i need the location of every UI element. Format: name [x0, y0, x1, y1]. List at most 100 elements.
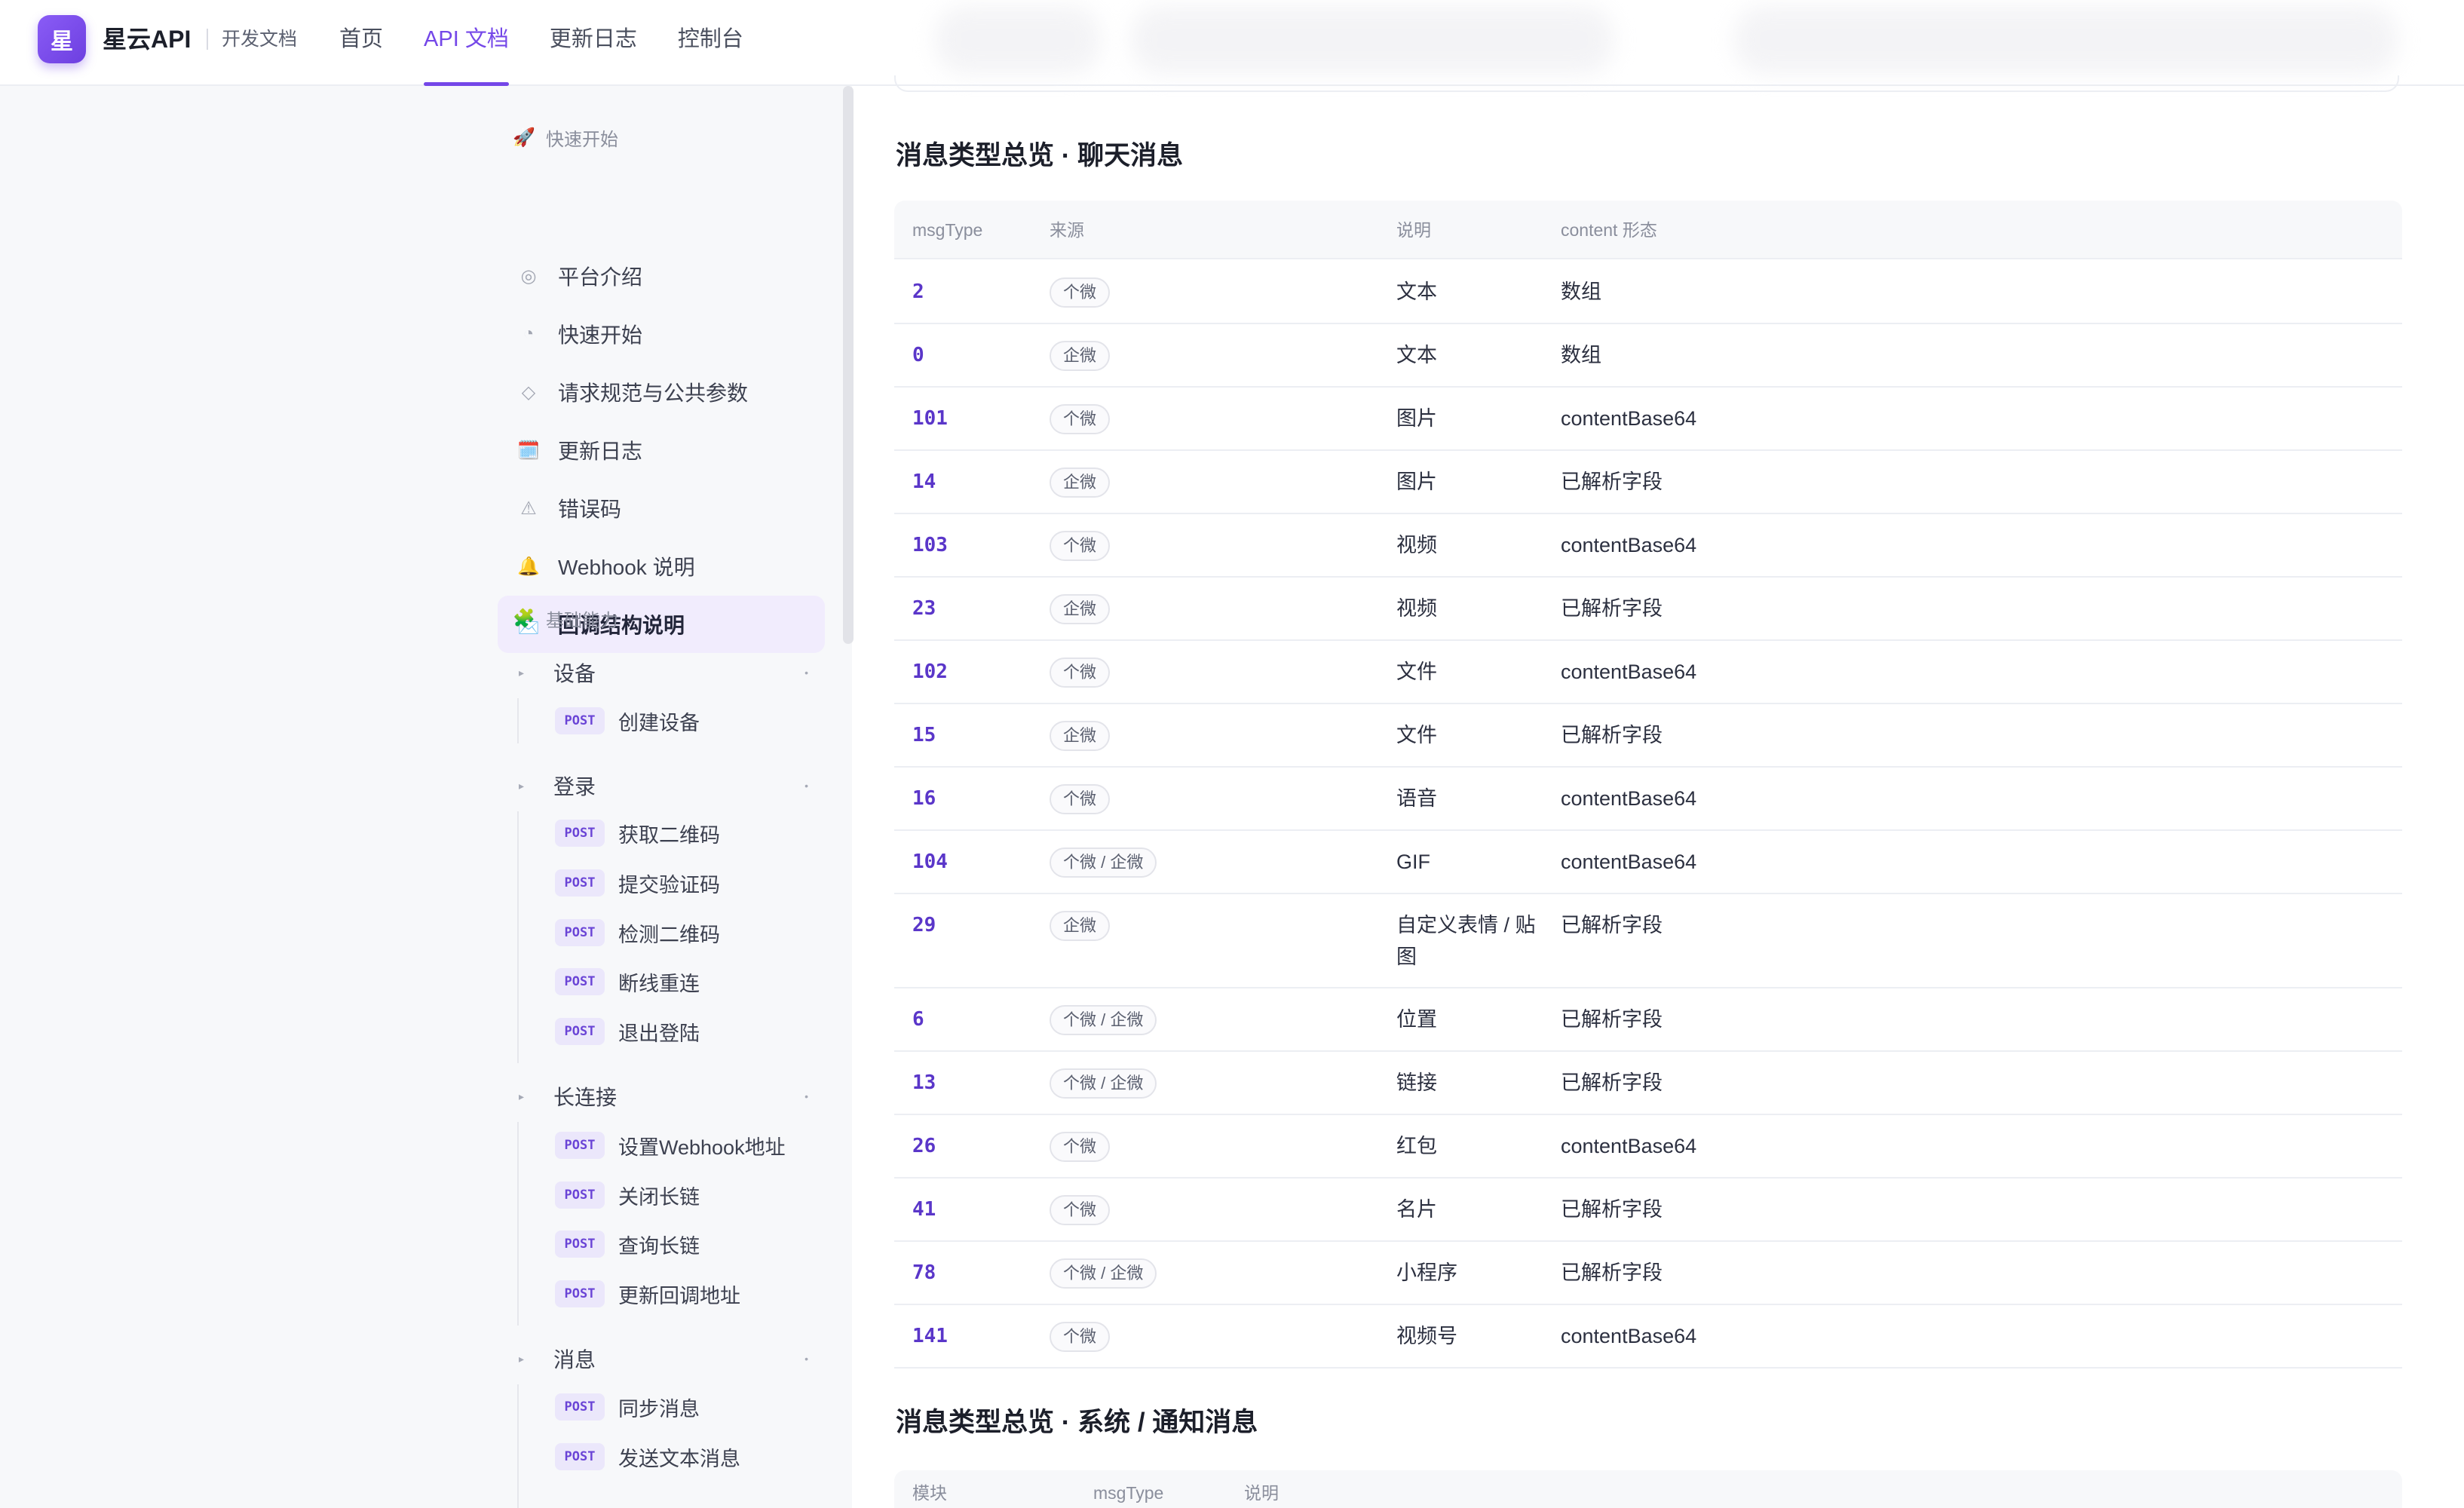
sidebar: 🚀 快速开始 ◎ 平台介绍 ◔ 快速开始 ◇ 请求规范与公共参数 🗓️ 更新日志…	[498, 86, 844, 1508]
column-header: content 形态	[1561, 220, 1657, 240]
msgtype-code: 29	[912, 914, 936, 936]
source-badge: 个微 / 企微	[1050, 1258, 1157, 1289]
content-form-cell: contentBase64	[1561, 851, 1697, 873]
sidebar-item-changelog[interactable]: 🗓️ 更新日志	[498, 421, 825, 479]
description-cell: 图片	[1396, 470, 1437, 493]
nav-api-docs[interactable]: API 文档	[424, 0, 509, 86]
endpoint-label: 设置Webhook地址	[618, 1136, 786, 1159]
sidebar-item-quickstart[interactable]: ◔ 快速开始	[498, 305, 825, 363]
diamond-icon: ◇	[521, 382, 536, 403]
source-badge: 个微 / 企微	[1050, 1068, 1157, 1099]
table-row: 29 企微 自定义表情 / 贴图 已解析字段	[894, 894, 2402, 988]
description-cell: 图片	[1396, 407, 1437, 430]
endpoint-create-device[interactable]: POST 创建设备	[555, 703, 700, 739]
description-cell: 链接	[1396, 1071, 1437, 1094]
msgtype-code: 15	[912, 724, 936, 746]
content-form-cell: contentBase64	[1561, 407, 1697, 430]
msgtype-code: 102	[912, 661, 948, 683]
rocket-icon: 🚀	[513, 127, 535, 148]
nav-changelog[interactable]: 更新日志	[550, 0, 637, 86]
msgtype-code: 2	[912, 280, 924, 303]
endpoint-get-qrcode[interactable]: POST 获取二维码	[555, 815, 720, 851]
endpoint-label: 关闭长链	[618, 1185, 700, 1209]
post-badge: POST	[555, 919, 605, 946]
table-row: 26 个微 红包 contentBase64	[894, 1115, 2402, 1179]
endpoint-close-long-link[interactable]: POST 关闭长链	[555, 1177, 700, 1213]
table-row: 23 企微 视频 已解析字段	[894, 578, 2402, 641]
endpoint-update-callback[interactable]: POST 更新回调地址	[555, 1276, 740, 1312]
table-row: 141 个微 视频号 contentBase64	[894, 1305, 2402, 1369]
column-header: 来源	[1050, 220, 1084, 240]
table-row: 15 企微 文件 已解析字段	[894, 704, 2402, 768]
msgtype-code: 103	[912, 534, 948, 556]
source-badge: 个微 / 企微	[1050, 847, 1157, 878]
table-row: 6 个微 / 企微 位置 已解析字段	[894, 988, 2402, 1052]
endpoint-reconnect[interactable]: POST 断线重连	[555, 964, 700, 1000]
endpoint-query-long-link[interactable]: POST 查询长链	[555, 1226, 700, 1262]
sidebar-item-intro[interactable]: ◎ 平台介绍	[498, 247, 825, 305]
endpoint-sync-message[interactable]: POST 同步消息	[555, 1389, 700, 1425]
endpoint-label: 检测二维码	[618, 923, 720, 946]
column-header: msgType	[912, 220, 983, 240]
sidebar-item-error-codes[interactable]: ⚠ 错误码	[498, 480, 825, 537]
brand-name[interactable]: 星云API	[103, 24, 191, 54]
content-form-cell: contentBase64	[1561, 661, 1697, 683]
sidebar-scrollbar[interactable]	[843, 86, 854, 644]
content-form-cell: 已解析字段	[1561, 470, 1663, 493]
dot-icon: •	[804, 1090, 808, 1102]
sidebar-item-webhook[interactable]: 🔔 Webhook 说明	[498, 538, 825, 595]
logo-icon[interactable]: 星	[38, 15, 86, 63]
group-message[interactable]: ▸ 消息 •	[498, 1338, 825, 1380]
msgtype-code: 26	[912, 1135, 936, 1157]
source-badge: 个微	[1050, 657, 1111, 688]
sidebar-item-label: 快速开始	[558, 323, 643, 347]
endpoint-send-text[interactable]: POST 发送文本消息	[555, 1439, 740, 1475]
caret-right-icon: ▸	[519, 666, 525, 679]
table-row: 101 个微 图片 contentBase64	[894, 388, 2402, 451]
dot-icon: •	[804, 1353, 808, 1365]
description-cell: 红包	[1396, 1135, 1437, 1157]
section-title-system-messages: 消息类型总览 · 系统 / 通知消息	[896, 1408, 1258, 1437]
msgtype-code: 41	[912, 1198, 936, 1221]
endpoint-label: 退出登陆	[618, 1022, 700, 1045]
endpoint-label: 创建设备	[618, 711, 700, 734]
source-badge: 企微	[1050, 721, 1111, 751]
source-badge: 企微	[1050, 911, 1111, 941]
source-badge: 个微	[1050, 1322, 1111, 1352]
endpoint-label: 断线重连	[618, 972, 700, 995]
puzzle-icon: 🧩	[513, 608, 535, 629]
dot-icon: •	[804, 780, 808, 792]
msgtype-code: 6	[912, 1008, 924, 1031]
table-row: 0 企微 文本 数组	[894, 324, 2402, 388]
source-badge: 企微	[1050, 467, 1111, 498]
sidebar-item-request-spec[interactable]: ◇ 请求规范与公共参数	[498, 363, 825, 421]
description-cell: 小程序	[1396, 1261, 1457, 1284]
caret-right-icon: ▸	[519, 779, 525, 792]
nav-console[interactable]: 控制台	[678, 0, 743, 86]
table-header: 模块 msgType 说明	[894, 1470, 2402, 1508]
endpoint-set-webhook[interactable]: POST 设置Webhook地址	[555, 1127, 786, 1163]
endpoint-label: 提交验证码	[618, 873, 720, 897]
endpoint-submit-code[interactable]: POST 提交验证码	[555, 865, 720, 901]
dot-icon: •	[804, 667, 808, 679]
group-label: 长连接	[553, 1086, 618, 1109]
post-badge: POST	[555, 820, 605, 847]
source-badge: 企微	[1050, 341, 1111, 371]
sidebar-item-label: 请求规范与公共参数	[558, 382, 749, 405]
main-content: 消息类型总览 · 聊天消息 msgType 来源 说明 content 形态 2…	[894, 75, 2402, 1508]
post-badge: POST	[555, 1018, 605, 1045]
table-row: 103 个微 视频 contentBase64	[894, 514, 2402, 578]
group-long-connection[interactable]: ▸ 长连接 •	[498, 1075, 825, 1117]
endpoint-logout[interactable]: POST 退出登陆	[555, 1013, 700, 1050]
table-row: 104 个微 / 企微 GIF contentBase64	[894, 831, 2402, 894]
endpoint-label: 获取二维码	[618, 823, 720, 847]
description-cell: 文本	[1396, 280, 1437, 303]
top-nav: 首页 API 文档 更新日志 控制台	[339, 0, 784, 86]
group-login[interactable]: ▸ 登录 •	[498, 765, 825, 807]
post-badge: POST	[555, 869, 605, 897]
endpoint-check-qrcode[interactable]: POST 检测二维码	[555, 915, 720, 951]
nav-home[interactable]: 首页	[339, 0, 383, 86]
blurred-header-area	[935, 6, 1101, 74]
group-device[interactable]: ▸ 设备 •	[498, 651, 825, 694]
sidebar-item-label: Webhook 说明	[558, 556, 695, 579]
